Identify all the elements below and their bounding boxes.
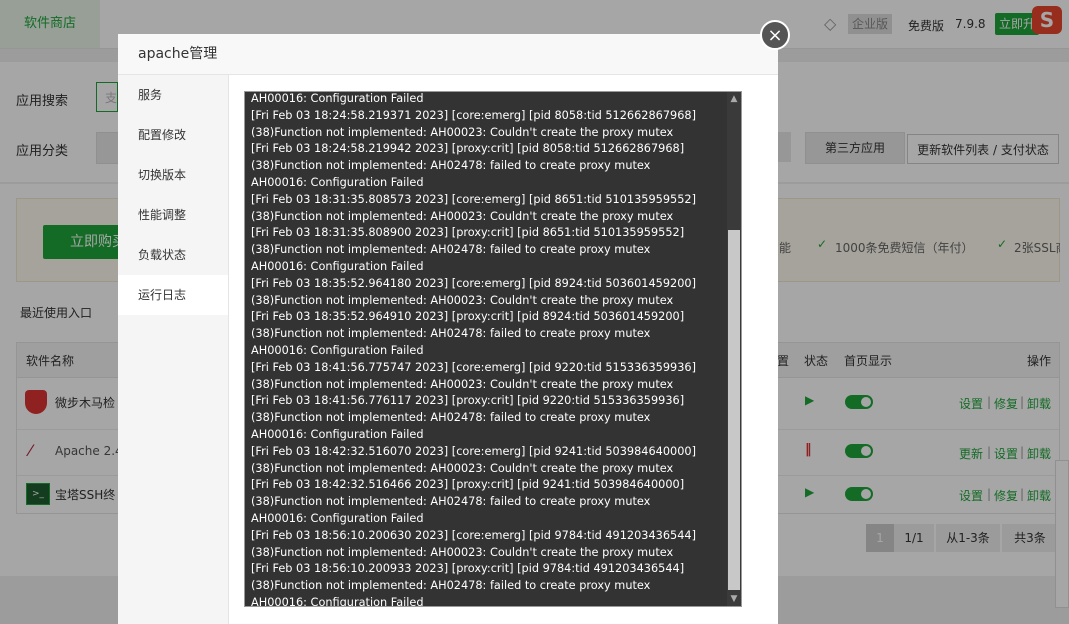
log-line: (38)Function not implemented: AH00023: C… [251, 125, 674, 139]
log-line: [Fri Feb 03 18:42:32.516070 2023] [core:… [251, 444, 697, 458]
log-line: [Fri Feb 03 18:41:56.775747 2023] [core:… [251, 360, 697, 374]
log-scrollbar[interactable]: ▲ ▼ [727, 92, 741, 606]
nav-item-service[interactable]: 服务 [118, 75, 228, 115]
log-line: [Fri Feb 03 18:24:58.219371 2023] [core:… [251, 108, 697, 122]
log-lines: AH00016: Configuration Failed [Fri Feb 03… [251, 92, 731, 607]
scroll-up-icon[interactable]: ▲ [727, 92, 741, 106]
nav-item-performance[interactable]: 性能调整 [118, 195, 228, 235]
log-line: (38)Function not implemented: AH02478: f… [251, 579, 651, 593]
log-line: (38)Function not implemented: AH00023: C… [251, 293, 674, 307]
log-line: AH00016: Configuration Failed [251, 595, 424, 607]
log-line: (38)Function not implemented: AH02478: f… [251, 411, 651, 425]
nav-item-run-log[interactable]: 运行日志 [118, 275, 228, 315]
log-line: [Fri Feb 03 18:42:32.516466 2023] [proxy… [251, 478, 685, 492]
log-line: (38)Function not implemented: AH00023: C… [251, 461, 674, 475]
log-line: (38)Function not implemented: AH00023: C… [251, 209, 674, 223]
log-line: AH00016: Configuration Failed [251, 259, 424, 273]
log-line: [Fri Feb 03 18:41:56.776117 2023] [proxy… [251, 394, 685, 408]
nav-item-config[interactable]: 配置修改 [118, 115, 228, 155]
log-line: [Fri Feb 03 18:35:52.964910 2023] [proxy… [251, 310, 685, 324]
log-line: (38)Function not implemented: AH02478: f… [251, 327, 651, 341]
nav-item-load-status[interactable]: 负载状态 [118, 235, 228, 275]
scroll-down-icon[interactable]: ▼ [727, 592, 741, 606]
log-line: AH00016: Configuration Failed [251, 343, 424, 357]
log-line: (38)Function not implemented: AH02478: f… [251, 495, 651, 509]
log-line: AH00016: Configuration Failed [251, 427, 424, 441]
run-log-textarea[interactable]: AH00016: Configuration Failed [Fri Feb 03… [244, 91, 742, 607]
modal-side-nav: 服务 配置修改 切换版本 性能调整 负载状态 运行日志 [118, 75, 229, 624]
log-line: [Fri Feb 03 18:35:52.964180 2023] [core:… [251, 276, 697, 290]
log-line: (38)Function not implemented: AH02478: f… [251, 159, 651, 173]
close-modal-button[interactable]: × [760, 20, 790, 50]
log-line: AH00016: Configuration Failed [251, 175, 424, 189]
log-line: [Fri Feb 03 18:31:35.808900 2023] [proxy… [251, 226, 685, 240]
log-line: [Fri Feb 03 18:31:35.808573 2023] [core:… [251, 192, 697, 206]
apache-manager-modal: apache管理 服务 配置修改 切换版本 性能调整 负载状态 运行日志 AH0… [118, 34, 778, 624]
log-line: (38)Function not implemented: AH02478: f… [251, 243, 651, 257]
log-line: AH00016: Configuration Failed [251, 92, 424, 105]
log-line: [Fri Feb 03 18:56:10.200933 2023] [proxy… [251, 562, 685, 576]
log-line: [Fri Feb 03 18:24:58.219942 2023] [proxy… [251, 142, 685, 156]
scroll-thumb[interactable] [728, 230, 740, 590]
log-line: AH00016: Configuration Failed [251, 511, 424, 525]
nav-item-switch-version[interactable]: 切换版本 [118, 155, 228, 195]
log-line: [Fri Feb 03 18:56:10.200630 2023] [core:… [251, 528, 697, 542]
log-line: (38)Function not implemented: AH00023: C… [251, 545, 674, 559]
log-line: (38)Function not implemented: AH00023: C… [251, 377, 674, 391]
modal-title: apache管理 [118, 34, 778, 75]
